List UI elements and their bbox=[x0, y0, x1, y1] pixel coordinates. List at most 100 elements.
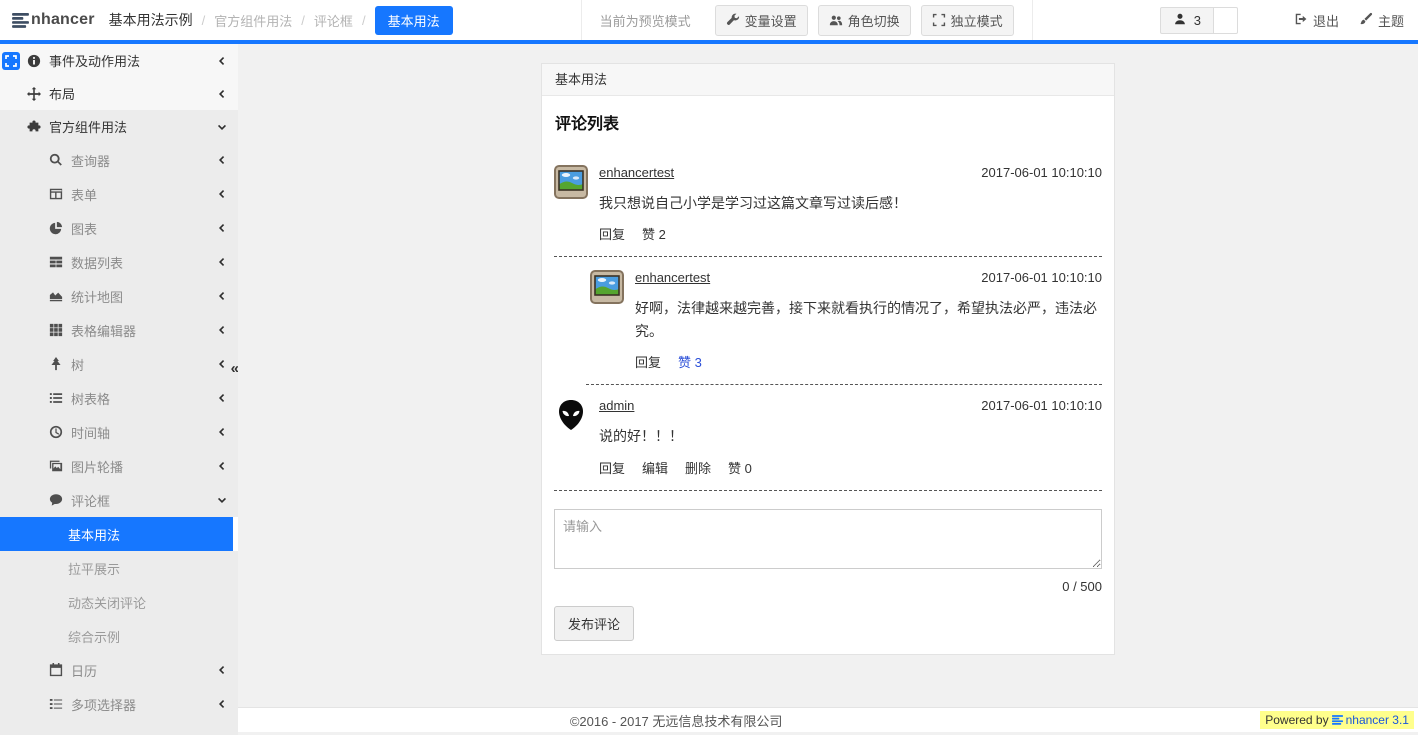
theme-button[interactable]: 主题 bbox=[1359, 11, 1404, 30]
powered-by-badge[interactable]: Powered by nhancer 3.1 bbox=[1260, 711, 1414, 729]
chevron-left-icon bbox=[217, 189, 227, 199]
tree-icon bbox=[48, 357, 63, 371]
comment-username[interactable]: enhancertest bbox=[599, 165, 674, 180]
comment-username[interactable]: admin bbox=[599, 398, 634, 413]
comment-icon bbox=[48, 493, 63, 507]
breadcrumb-active-tab[interactable]: 基本用法 bbox=[375, 6, 453, 35]
top-navbar: nhancer 基本用法示例 / 官方组件用法 / 评论框 / 基本用法 当前为… bbox=[0, 0, 1418, 40]
variable-settings-button[interactable]: 变量设置 bbox=[715, 5, 808, 36]
comment-action[interactable]: 赞 2 bbox=[642, 224, 666, 243]
comment-action[interactable]: 赞 3 bbox=[678, 352, 702, 371]
sidebar-item-chart[interactable]: 图表 bbox=[0, 211, 238, 245]
sidebar-item-official-components[interactable]: 官方组件用法 bbox=[0, 110, 238, 143]
puzzle-icon bbox=[26, 120, 41, 134]
info-icon bbox=[26, 54, 41, 68]
breadcrumb-root[interactable]: 基本用法示例 bbox=[109, 10, 193, 30]
navbar-right: 3 退出 主题 bbox=[1160, 7, 1418, 34]
breadcrumb-item[interactable]: 评论框 bbox=[314, 11, 353, 30]
sidebar-item-tree[interactable]: 树 bbox=[0, 347, 238, 381]
comment-action[interactable]: 回复 bbox=[599, 224, 625, 243]
comment-text: 好啊，法律越来越完善，接下来就看执行的情况了，希望执法必严，违法必究。 bbox=[635, 297, 1102, 342]
breadcrumb-item[interactable]: 官方组件用法 bbox=[214, 11, 292, 30]
comment-action[interactable]: 回复 bbox=[599, 458, 625, 477]
comment-text: 我只想说自己小学是学习过这篇文章写过读后感！ bbox=[599, 192, 1102, 214]
chevron-left-icon bbox=[217, 393, 227, 403]
sidebar-item-layout[interactable]: 布局 bbox=[0, 77, 238, 110]
form-icon bbox=[48, 187, 63, 201]
user-count-button[interactable]: 3 bbox=[1160, 7, 1214, 34]
comment-action[interactable]: 编辑 bbox=[642, 458, 668, 477]
comment-username[interactable]: enhancertest bbox=[635, 270, 710, 285]
sidebar-item-form[interactable]: 表单 bbox=[0, 177, 238, 211]
sidebar-item-comment-box[interactable]: 评论框 bbox=[0, 483, 238, 517]
publish-comment-button[interactable]: 发布评论 bbox=[554, 606, 634, 641]
accent-strip bbox=[0, 40, 1418, 44]
chevron-left-icon bbox=[217, 359, 227, 369]
comment-input[interactable] bbox=[554, 509, 1102, 569]
sidebar-item-label: 拉平展示 bbox=[68, 559, 120, 578]
list-icon bbox=[48, 391, 63, 405]
move-icon bbox=[26, 87, 41, 101]
fullscreen-blue-icon[interactable] bbox=[2, 52, 20, 70]
sidebar-item-calendar[interactable]: 日历 bbox=[0, 653, 238, 687]
sidebar-item-label: 表格编辑器 bbox=[71, 321, 136, 340]
breadcrumb: 基本用法示例 / 官方组件用法 / 评论框 / 基本用法 bbox=[109, 6, 453, 35]
standalone-mode-button[interactable]: 独立模式 bbox=[921, 5, 1014, 36]
sidebar-item-flat-display[interactable]: 拉平展示 bbox=[0, 551, 238, 585]
avatar-landscape bbox=[554, 165, 588, 199]
sidebar-item-query[interactable]: 查询器 bbox=[0, 143, 238, 177]
chart-area-icon bbox=[48, 289, 63, 303]
app-logo[interactable]: nhancer bbox=[0, 11, 109, 29]
multilist-icon bbox=[48, 697, 63, 711]
sidebar-item-label: 官方组件用法 bbox=[49, 117, 127, 136]
sidebar-item-timeline[interactable]: 时间轴 bbox=[0, 415, 238, 449]
comment-action[interactable]: 删除 bbox=[685, 458, 711, 477]
users-icon bbox=[829, 13, 843, 27]
chevron-left-icon bbox=[217, 155, 227, 165]
grid-icon bbox=[48, 323, 63, 337]
images-icon bbox=[48, 459, 63, 473]
sidebar-item-label: 事件及动作用法 bbox=[49, 51, 140, 70]
preview-mode-label: 当前为预览模式 bbox=[600, 11, 691, 30]
role-switch-button[interactable]: 角色切换 bbox=[818, 5, 911, 36]
sidebar-item-tree-table[interactable]: 树表格 bbox=[0, 381, 238, 415]
sidebar-item-label: 多项选择器 bbox=[71, 695, 136, 714]
chevron-left-icon bbox=[217, 56, 227, 66]
sidebar-item-label: 图片轮播 bbox=[71, 457, 123, 476]
person-icon bbox=[1173, 12, 1187, 29]
sidebar-item-carousel[interactable]: 图片轮播 bbox=[0, 449, 238, 483]
comment-card: 基本用法 评论列表 enhancertest 2017-06-01 10:10:… bbox=[541, 63, 1115, 655]
sidebar-item-grid-editor[interactable]: 表格编辑器 bbox=[0, 313, 238, 347]
sidebar-item-events-actions[interactable]: 事件及动作用法 bbox=[0, 44, 238, 77]
chevron-left-icon bbox=[217, 291, 227, 301]
comment-action[interactable]: 赞 0 bbox=[728, 458, 752, 477]
sidebar-item-multi-select[interactable]: 多项选择器 bbox=[0, 687, 238, 721]
enhancer-logo-icon bbox=[12, 13, 29, 28]
chevron-left-icon bbox=[217, 325, 227, 335]
comment-item: enhancertest 2017-06-01 10:10:10 我只想说自己小… bbox=[554, 152, 1102, 257]
sidebar-item-combined-example[interactable]: 综合示例 bbox=[0, 619, 238, 653]
user-extra-button[interactable] bbox=[1214, 7, 1238, 34]
comment-action[interactable]: 回复 bbox=[635, 352, 661, 371]
logo-text: nhancer bbox=[31, 11, 95, 29]
sidebar-item-basic-usage[interactable]: 基本用法 bbox=[0, 517, 238, 551]
comment-text: 说的好！！！ bbox=[599, 425, 1102, 447]
expand-icon bbox=[932, 13, 946, 27]
copyright-text: ©2016 - 2017 无远信息技术有限公司 bbox=[570, 711, 783, 730]
enhancer-logo-icon bbox=[1332, 715, 1343, 725]
sidebar-item-data-list[interactable]: 数据列表 bbox=[0, 245, 238, 279]
sidebar-menu: « 事件及动作用法布局官方组件用法查询器表单图表数据列表统计地图表格编辑器树树表… bbox=[0, 44, 238, 735]
search-icon bbox=[48, 153, 63, 167]
sidebar-item-label: 树 bbox=[71, 355, 84, 374]
sidebar-item-stat-map[interactable]: 统计地图 bbox=[0, 279, 238, 313]
chevron-left-icon bbox=[217, 89, 227, 99]
comment-list-title: 评论列表 bbox=[555, 110, 1102, 134]
sidebar-item-label: 布局 bbox=[49, 84, 75, 103]
logout-button[interactable]: 退出 bbox=[1294, 11, 1339, 30]
user-count-group: 3 bbox=[1160, 7, 1238, 34]
card-header: 基本用法 bbox=[542, 64, 1114, 96]
sidebar-item-label: 综合示例 bbox=[68, 627, 120, 646]
user-count: 3 bbox=[1194, 13, 1201, 28]
sidebar-item-dynamic-close[interactable]: 动态关闭评论 bbox=[0, 585, 238, 619]
comment-timestamp: 2017-06-01 10:10:10 bbox=[981, 398, 1102, 413]
